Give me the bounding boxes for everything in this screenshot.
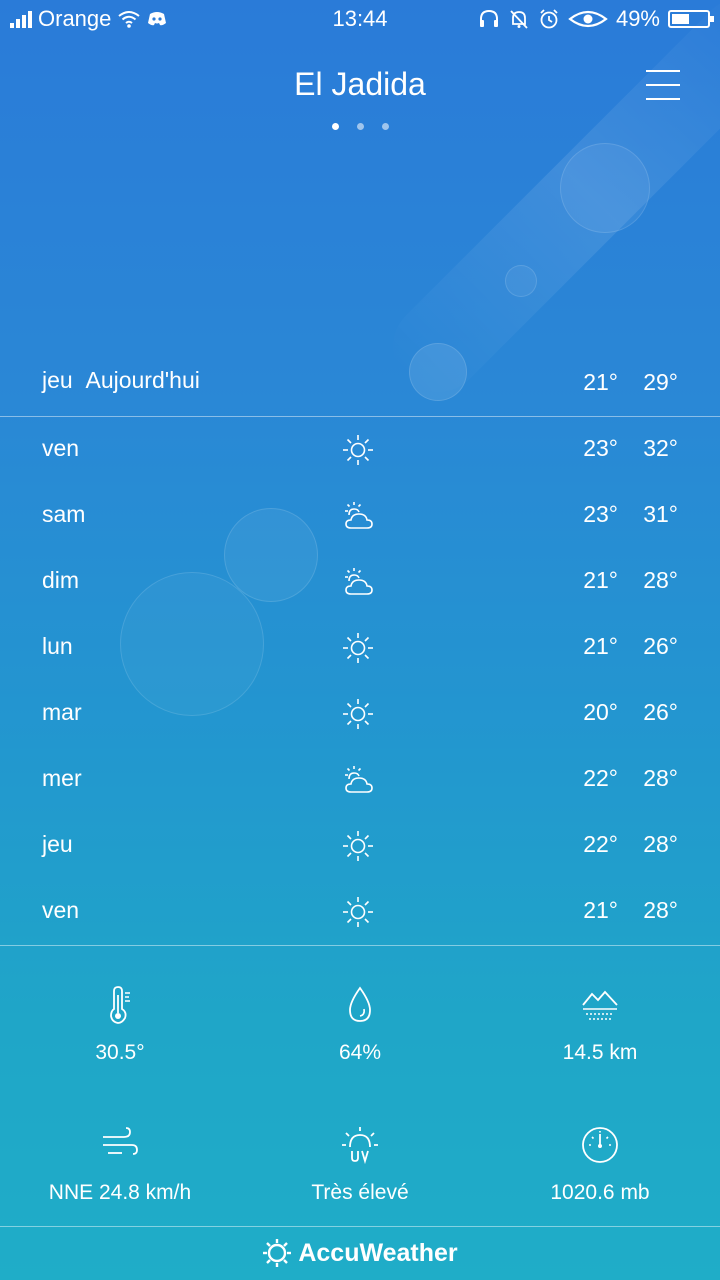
page-indicator[interactable] [0,123,720,130]
forecast-max-temp: 32° [643,435,678,461]
sun-icon [340,696,376,732]
forecast-min-temp: 21° [583,567,618,593]
forecast-max-temp: 31° [643,501,678,527]
forecast-row[interactable]: mer 22° 28° [0,747,720,813]
bokeh-circle [505,265,537,297]
forecast-max-temp: 28° [643,831,678,857]
sun-icon [340,894,376,930]
forecast-day: ven [42,897,80,923]
visibility-icon [582,990,618,1020]
battery-percent: 49% [615,6,660,31]
forecast-day: jeu [42,831,73,857]
battery-icon [668,10,714,28]
forecast-min-temp: 23° [583,435,618,461]
visibility-value: 14.5 km [562,1041,638,1064]
forecast-min-temp: 20° [583,699,618,725]
gauge-icon [582,1127,618,1163]
page-dot[interactable] [331,123,339,130]
bell-off-icon [510,10,528,29]
forecast-row[interactable]: lun 21° 26° [0,615,720,681]
eye-icon [568,10,608,28]
alarm-icon [540,9,558,29]
page-dot[interactable] [356,123,364,130]
sun-icon [340,828,376,864]
forecast-min-temp: 21° [583,897,618,923]
status-bar: Orange 13:44 49% [0,0,720,38]
forecast-min-temp: 23° [583,501,618,527]
pressure-tile: 1020.6 mb [480,1125,720,1225]
today-row[interactable]: jeu Aujourd'hui 21° 29° [0,352,720,417]
today-min-temp: 21° [583,369,618,395]
headset-icon [479,9,498,27]
today-day: jeu [42,367,73,393]
accuweather-logo-icon [263,1239,292,1267]
forecast-row[interactable]: mar 20° 26° [0,681,720,747]
forecast-row[interactable]: ven 23° 32° [0,417,720,483]
forecast-min-temp: 21° [583,633,618,659]
forecast-max-temp: 28° [643,897,678,923]
partly-cloudy-icon [340,498,376,534]
forecast-min-temp: 22° [583,765,618,791]
forecast-day: mar [42,699,82,725]
today-max-temp: 29° [643,369,678,395]
forecast-row[interactable]: jeu 22° 28° [0,813,720,879]
today-label: jeu Aujourd'hui [42,367,200,394]
forecast-min-temp: 22° [583,831,618,857]
forecast-max-temp: 26° [643,633,678,659]
forecast-max-temp: 28° [643,765,678,791]
footer[interactable]: AccuWeather [0,1226,720,1280]
humidity-tile: 64% [240,985,480,1085]
forecast-max-temp: 28° [643,567,678,593]
forecast-day: lun [42,633,73,659]
city-name: El Jadida [294,66,426,102]
divider [0,945,720,946]
brand-name: AccuWeather [298,1238,458,1267]
forecast-day: mer [42,765,82,791]
page-dot[interactable] [381,123,389,130]
feels-like-value: 30.5° [95,1041,145,1064]
forecast-day: ven [42,435,80,461]
today-text: Aujourd'hui [85,367,200,393]
feels-like-tile: 30.5° [0,985,240,1085]
forecast-day: sam [42,501,86,527]
forecast-row[interactable]: ven 21° 28° [0,879,720,945]
menu-button[interactable] [646,70,680,100]
wind-tile: NNE 24.8 km/h [0,1125,240,1225]
forecast-day: dim [42,567,80,593]
wind-icon [103,1127,138,1155]
forecast-row[interactable]: sam 23° 31° [0,483,720,549]
forecast-row[interactable]: dim 21° 28° [0,549,720,615]
uv-tile: Très élevé [240,1125,480,1225]
uv-value: Très élevé [311,1181,409,1204]
wind-value: NNE 24.8 km/h [48,1181,192,1204]
sun-icon [340,630,376,666]
bokeh-circle [560,143,650,233]
visibility-tile: 14.5 km [480,985,720,1085]
uv-icon [342,1127,378,1165]
water-drop-icon [349,986,371,1022]
thermometer-icon [110,986,130,1024]
pressure-value: 1020.6 mb [550,1181,650,1204]
humidity-value: 64% [338,1041,382,1064]
partly-cloudy-icon [340,564,376,600]
sun-icon [340,432,376,468]
forecast-max-temp: 26° [643,699,678,725]
partly-cloudy-icon [340,762,376,798]
